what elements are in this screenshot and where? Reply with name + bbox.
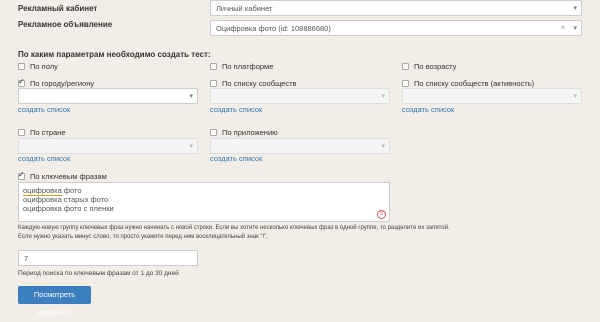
- platform-checkbox[interactable]: [210, 63, 217, 70]
- period-input[interactable]: 7: [18, 250, 198, 266]
- chevron-down-icon: ▾: [573, 93, 577, 100]
- option-age[interactable]: По возрасту: [402, 62, 456, 71]
- option-country[interactable]: По стране: [18, 128, 66, 137]
- option-gender-label: По полу: [30, 62, 58, 71]
- create-list-link-communities-activity[interactable]: создать список: [402, 105, 454, 114]
- communities-checkbox[interactable]: [210, 80, 217, 87]
- country-checkbox[interactable]: [18, 129, 25, 136]
- cabinet-select[interactable]: Личный кабинет ▾: [210, 0, 582, 16]
- communities-activity-checkbox[interactable]: [402, 80, 409, 87]
- city-checkbox[interactable]: [18, 77, 25, 87]
- view-variants-button[interactable]: Посмотреть варианты: [18, 286, 91, 317]
- spellcheck-badge-icon[interactable]: 5: [377, 210, 386, 219]
- chevron-down-icon: ▾: [189, 143, 193, 150]
- create-list-link-communities[interactable]: создать список: [210, 105, 262, 114]
- option-age-label: По возрасту: [414, 62, 457, 71]
- chevron-down-icon: ▾: [381, 93, 385, 100]
- option-city-label: По городу/региону: [30, 79, 95, 88]
- chevron-down-icon: ▾: [381, 143, 385, 150]
- create-list-link-country[interactable]: создать список: [18, 154, 70, 163]
- create-list-link-app[interactable]: создать список: [210, 154, 262, 163]
- option-gender[interactable]: По полу: [18, 62, 58, 71]
- chevron-down-icon: ▾: [573, 5, 577, 12]
- keywords-checkbox[interactable]: [18, 170, 25, 180]
- option-keywords[interactable]: По ключевым фразам: [18, 170, 107, 181]
- ad-select-value: Оцифровка фото (id: 108886680): [216, 24, 331, 33]
- option-keywords-label: По ключевым фразам: [30, 172, 107, 181]
- keywords-textarea[interactable]: оцифровка фото оцифровка старых фото оци…: [18, 182, 390, 222]
- app-checkbox[interactable]: [210, 129, 217, 136]
- ad-select[interactable]: Оцифровка фото (id: 108886680) × ▾: [210, 20, 582, 36]
- option-app-label: По приложению: [222, 128, 278, 137]
- clear-icon[interactable]: ×: [560, 23, 565, 32]
- cabinet-select-value: Личный кабинет: [216, 4, 273, 13]
- option-platform[interactable]: По платформе: [210, 62, 273, 71]
- country-select[interactable]: ▾: [18, 138, 198, 154]
- keywords-help-2: Если нужно указать минус слово, то прост…: [18, 234, 268, 240]
- age-checkbox[interactable]: [402, 63, 409, 70]
- create-list-link-city[interactable]: создать список: [18, 105, 70, 114]
- ad-label: Рекламное объявление: [18, 20, 113, 29]
- gender-checkbox[interactable]: [18, 63, 25, 70]
- option-app[interactable]: По приложению: [210, 128, 278, 137]
- option-communities-activity[interactable]: По списку сообществ (активность): [402, 79, 534, 88]
- keywords-help-1: Каждую новую группу ключевых фраз нужно …: [18, 225, 450, 231]
- option-communities-label: По списку сообществ: [222, 79, 297, 88]
- option-communities-activity-label: По списку сообществ (активность): [414, 79, 535, 88]
- option-country-label: По стране: [30, 128, 66, 137]
- keyword-line: оцифровка фото: [23, 186, 82, 196]
- keyword-line: оцифровка фото с пленки: [23, 204, 114, 213]
- communities-select[interactable]: ▾: [210, 88, 390, 104]
- cabinet-label: Рекламный кабинет: [18, 4, 98, 13]
- option-communities[interactable]: По списку сообществ: [210, 79, 297, 88]
- city-select[interactable]: ▾: [18, 88, 198, 104]
- communities-activity-select[interactable]: ▾: [402, 88, 582, 104]
- test-params-heading: По каким параметрам необходимо создать т…: [18, 50, 211, 59]
- chevron-down-icon: ▾: [189, 93, 193, 100]
- period-help: Период поиска по ключевым фразам от 1 до…: [18, 270, 179, 277]
- keyword-line: оцифровка старых фото: [23, 195, 109, 204]
- app-select[interactable]: ▾: [210, 138, 390, 154]
- option-city[interactable]: По городу/региону: [18, 77, 95, 88]
- chevron-down-icon: ▾: [573, 25, 577, 32]
- option-platform-label: По платформе: [222, 62, 274, 71]
